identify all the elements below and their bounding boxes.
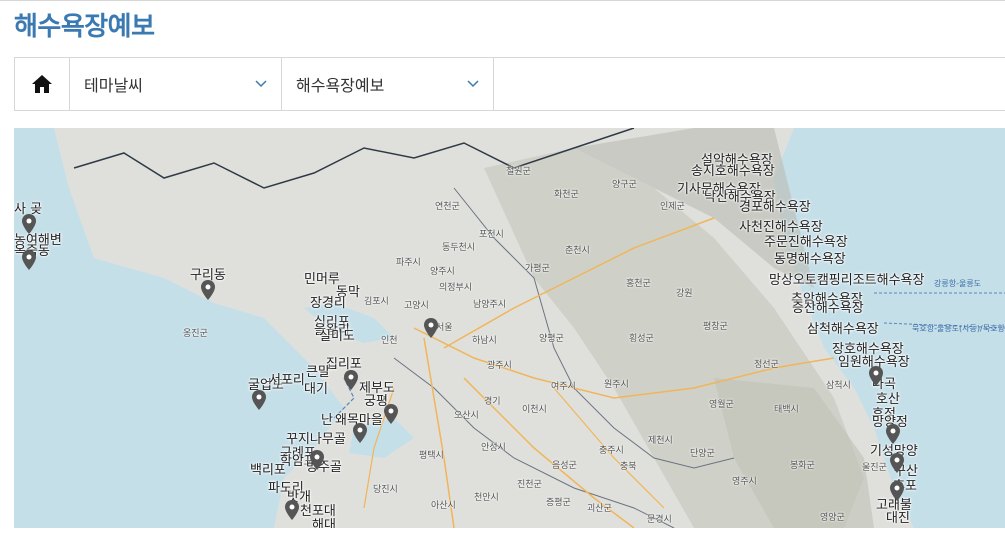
region-label: 하남시	[472, 336, 497, 346]
region-label: 안성시	[481, 443, 506, 453]
beach-label[interactable]: 실미도	[319, 325, 355, 344]
region-label: 울진군	[862, 463, 887, 473]
beach-label[interactable]: 증산해수욕장	[792, 297, 864, 316]
region-label: 연천군	[435, 202, 460, 212]
beach-marker-icon[interactable]	[22, 250, 36, 270]
beach-marker-icon[interactable]	[285, 500, 299, 520]
beach-label[interactable]: 송지호해수욕장	[691, 160, 775, 179]
beach-marker-icon[interactable]	[22, 214, 36, 234]
region-label: 의정부시	[439, 283, 473, 293]
beach-label[interactable]: 경포해수욕장	[739, 196, 811, 215]
region-label: 영주시	[732, 477, 757, 487]
region-label: 인제군	[660, 202, 685, 212]
region-label: 진천군	[517, 480, 542, 490]
home-icon	[32, 75, 52, 93]
beach-marker-icon[interactable]	[201, 280, 215, 300]
region-label: 서울	[436, 323, 453, 333]
sea-route-label: 묵호항-울릉도(사동)/묵호항-울릉도	[912, 324, 1005, 333]
region-label: 괴산군	[587, 504, 612, 514]
beach-marker-icon[interactable]	[890, 453, 904, 473]
chevron-down-icon	[467, 80, 479, 88]
region-label: 평창군	[703, 322, 728, 332]
page-title: 해수욕장예보	[14, 12, 155, 42]
region-label: 증평군	[546, 498, 571, 508]
region-label: 아산시	[431, 501, 456, 511]
region-label: 문경시	[647, 515, 672, 525]
region-label: 오산시	[454, 411, 479, 421]
category-dropdown[interactable]: 테마날씨	[70, 58, 282, 110]
region-label: 경기	[484, 397, 501, 407]
beach-marker-icon[interactable]	[252, 390, 266, 410]
region-label: 정선군	[754, 360, 779, 370]
beach-label[interactable]: 동명해수욕장	[774, 248, 846, 267]
chevron-down-icon	[255, 80, 267, 88]
region-label: 충주시	[599, 446, 624, 456]
beach-marker-icon[interactable]	[344, 370, 358, 390]
region-label: 횡성군	[629, 334, 654, 344]
region-label: 양주시	[430, 267, 455, 277]
region-label: 양평군	[539, 334, 564, 344]
sea-route-label: 강릉항-울릉도	[934, 279, 982, 288]
beach-marker-icon[interactable]	[886, 424, 900, 444]
region-label: 가평군	[525, 264, 550, 274]
region-label: 포천시	[479, 230, 504, 240]
region-label: 원주시	[604, 380, 629, 390]
beach-label[interactable]: 백리포	[250, 459, 286, 478]
beach-label[interactable]: 해대	[312, 514, 336, 528]
region-label: 홍천군	[626, 279, 651, 289]
region-label: 봉화군	[790, 461, 815, 471]
region-label: 태백시	[774, 405, 799, 415]
beach-label[interactable]: 대기	[304, 378, 328, 397]
region-label: 화천군	[554, 190, 579, 200]
beach-label[interactable]: 삼척해수욕장	[807, 318, 879, 337]
beach-marker-icon[interactable]	[890, 481, 904, 501]
region-label: 고양시	[404, 301, 429, 311]
region-label: 양구군	[612, 180, 637, 190]
beach-label[interactable]: 난	[321, 409, 333, 428]
beach-label[interactable]: 망상오토캠핑리조트해수욕장	[769, 269, 924, 288]
region-label: 천안시	[474, 493, 499, 503]
region-label: 철원군	[506, 167, 531, 177]
top-divider	[0, 0, 1005, 1]
region-label: 파주시	[396, 258, 421, 268]
beach-marker-icon[interactable]	[424, 318, 438, 338]
region-label: 당진시	[373, 485, 398, 495]
beach-label[interactable]: 서포리	[269, 369, 305, 388]
region-label: 여주시	[551, 382, 576, 392]
region-label: 강원	[676, 289, 693, 299]
region-label: 김포시	[364, 297, 389, 307]
theme-dropdown[interactable]: 해수욕장예보	[282, 58, 494, 110]
beach-marker-icon[interactable]	[869, 366, 883, 386]
region-label: 충북	[620, 462, 637, 472]
region-label: 광주시	[487, 361, 512, 371]
region-label: 동두천시	[442, 243, 476, 253]
region-label: 이천시	[522, 405, 547, 415]
region-label: 제천시	[648, 436, 673, 446]
theme-dropdown-label: 해수욕장예보	[296, 76, 385, 95]
beach-marker-icon[interactable]	[384, 404, 398, 424]
region-label: 옹진군	[183, 329, 208, 339]
region-label: 영월군	[709, 400, 734, 410]
region-label: 영양군	[820, 513, 845, 523]
region-label: 인천	[381, 336, 398, 346]
region-label: 삼척시	[826, 381, 851, 391]
region-label: 평택시	[419, 451, 444, 461]
region-label: 남양주시	[473, 300, 507, 310]
beach-label[interactable]: 장경리	[310, 292, 346, 311]
map-view[interactable]: 강릉항-울릉도 묵호항-울릉도(사동)/묵호항-울릉도 철원군 화천군 양구군 …	[14, 128, 1005, 528]
beach-marker-icon[interactable]	[310, 450, 324, 470]
category-dropdown-label: 테마날씨	[84, 76, 143, 95]
region-label: 춘천시	[565, 246, 590, 256]
beach-label[interactable]: 대진	[886, 507, 910, 526]
home-button[interactable]	[15, 58, 70, 110]
beach-label[interactable]: 민머루	[304, 268, 340, 287]
region-label: 음성군	[552, 461, 577, 471]
beach-marker-icon[interactable]	[353, 423, 367, 443]
region-label: 단양군	[690, 449, 715, 459]
breadcrumb-nav: 테마날씨 해수욕장예보	[14, 57, 1005, 111]
